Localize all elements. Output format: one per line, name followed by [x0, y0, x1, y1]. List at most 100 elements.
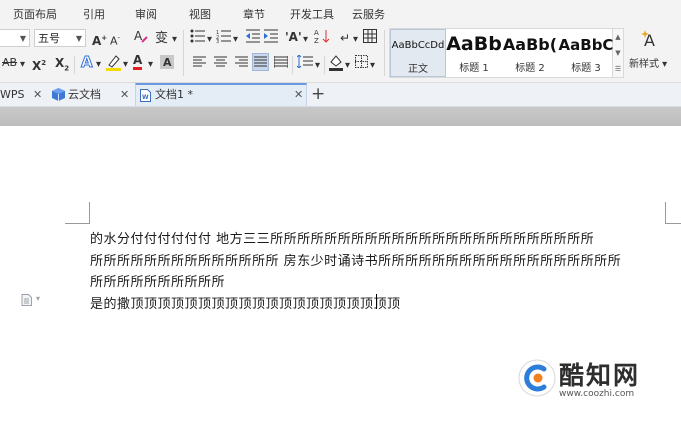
document-icon: W — [140, 89, 151, 102]
separator — [183, 30, 184, 76]
svg-text:A: A — [134, 29, 143, 43]
char-shading-icon[interactable]: A — [160, 55, 174, 74]
highlight-icon[interactable] — [105, 53, 123, 76]
distributed-align-icon[interactable] — [273, 55, 289, 73]
text-cursor — [376, 294, 377, 309]
separator — [74, 56, 75, 74]
paragraph-layout-icon[interactable] — [21, 294, 33, 306]
margin-marker-left-horizontal — [65, 223, 90, 224]
chevron-down-icon[interactable]: ▾ — [233, 31, 238, 49]
align-right-icon[interactable] — [235, 55, 248, 73]
tab-wps[interactable]: WPS ✕ — [0, 83, 44, 106]
svg-text:A: A — [81, 53, 93, 71]
paragraph-line[interactable]: 是的撒顶顶顶顶顶顶顶顶顶顶顶顶顶顶顶顶顶顶顶顶 — [90, 293, 401, 312]
chevron-down-icon[interactable]: ▾ — [370, 57, 375, 75]
styles-gallery: AaBbCcDd 正文 AaBb 标题 1 AaBb( 标题 2 AaBbC 标… — [389, 28, 613, 78]
change-case-icon[interactable]: 'A' — [285, 28, 302, 46]
tab-cloud-docs[interactable]: 云文档 ✕ — [50, 83, 134, 106]
svg-text:A: A — [314, 29, 319, 37]
clear-format-icon[interactable]: A — [133, 28, 149, 49]
menu-section[interactable]: 章节 — [243, 6, 265, 22]
style-preview: AaBbC — [558, 36, 614, 54]
chevron-down-icon[interactable]: ▾ — [345, 57, 350, 75]
close-icon[interactable]: ✕ — [33, 83, 42, 106]
new-style-button[interactable]: 新样式 ▾ — [629, 56, 667, 74]
justify-icon[interactable] — [252, 53, 269, 71]
watermark-url: www.coozhi.com — [559, 389, 635, 399]
shading-icon[interactable] — [328, 53, 344, 76]
cube-icon — [52, 88, 65, 101]
style-heading-2[interactable]: AaBb( 标题 2 — [502, 29, 558, 77]
paragraph-line[interactable]: 的水分付付付付付付 地方三三所所所所所所所所所所所所所所所所所所所所所所所所 — [90, 228, 594, 247]
text-effect-icon[interactable]: A — [80, 53, 96, 76]
font-size-value: 五号 — [38, 32, 60, 45]
decrease-indent-icon[interactable] — [246, 29, 260, 48]
align-center-icon[interactable] — [214, 55, 227, 73]
svg-text:Z: Z — [314, 37, 319, 44]
chevron-down-icon[interactable]: ▾ — [96, 56, 101, 74]
tab-document-1[interactable]: W 文档1 * ✕ — [135, 83, 307, 106]
align-left-icon[interactable] — [193, 55, 206, 73]
numbered-list-icon[interactable]: 123 — [216, 29, 232, 48]
chevron-down-icon[interactable]: ▾ — [148, 56, 153, 74]
font-size-select[interactable]: 五号 ▼ — [34, 29, 86, 47]
chevron-down-icon: ▼ — [75, 34, 82, 43]
chevron-down-icon[interactable]: ▼ — [613, 45, 623, 61]
close-icon[interactable]: ✕ — [294, 85, 303, 105]
close-icon[interactable]: ✕ — [120, 83, 129, 106]
line-spacing-icon[interactable] — [296, 54, 313, 73]
chevron-down-icon[interactable]: ▾ — [303, 31, 308, 49]
chevron-down-icon[interactable]: ▾ — [20, 56, 25, 74]
chevron-down-icon[interactable]: ▾ — [315, 57, 320, 75]
tab-label: 云文档 — [68, 88, 101, 101]
menu-references[interactable]: 引用 — [83, 6, 105, 22]
borders-icon[interactable] — [355, 55, 368, 73]
menu-developer-tools[interactable]: 开发工具 — [290, 6, 334, 22]
new-tab-plus-icon[interactable]: + — [311, 83, 325, 106]
document-tab-bar: WPS ✕ 云文档 ✕ W 文档1 * ✕ + — [0, 83, 681, 107]
tab-label: WPS — [0, 88, 25, 101]
separator — [292, 56, 293, 74]
strikethrough-icon[interactable]: AB — [2, 54, 17, 72]
menu-cloud-service[interactable]: 云服务 — [352, 6, 385, 22]
menu-view[interactable]: 视图 — [189, 6, 211, 22]
menu-page-layout[interactable]: 页面布局 — [13, 6, 57, 22]
styles-gallery-scroll[interactable]: ▲ ▼ ☰ — [613, 28, 624, 78]
font-name-select[interactable]: ▼ — [0, 29, 30, 47]
subscript-icon[interactable]: X2 — [55, 54, 69, 77]
expand-gallery-icon[interactable]: ☰ — [613, 61, 623, 77]
pinyin-guide-icon[interactable]: 变 — [154, 29, 172, 50]
shrink-font-icon[interactable]: A- — [110, 29, 120, 51]
sort-icon[interactable]: AZ — [314, 28, 330, 49]
show-hide-marks-icon[interactable]: ↵ — [340, 29, 350, 47]
chevron-down-icon[interactable]: ▾ — [353, 31, 358, 49]
watermark-logo-icon — [518, 359, 556, 397]
watermark-title: 酷知网 — [559, 361, 641, 390]
font-color-icon[interactable]: A — [133, 53, 143, 70]
paragraph-line[interactable]: 所所所所所所所所所所 — [90, 271, 225, 290]
paragraph-line[interactable]: 所所所所所所所所所所所所所所 房东少时诵诗书所所所所所所所所所所所所所所所所所所 — [90, 250, 621, 269]
style-normal[interactable]: AaBbCcDd 正文 — [390, 29, 446, 77]
document-canvas[interactable]: 的水分付付付付付付 地方三三所所所所所所所所所所所所所所所所所所所所所所所所 所… — [0, 126, 681, 434]
table-grid-icon[interactable] — [363, 29, 377, 48]
ruler-band — [0, 107, 681, 126]
chevron-down-icon[interactable]: ▾ — [172, 31, 177, 49]
style-heading-3[interactable]: AaBbC 标题 3 — [558, 29, 614, 77]
chevron-up-icon[interactable]: ▲ — [613, 29, 623, 45]
menu-review[interactable]: 审阅 — [135, 6, 157, 22]
svg-text:变: 变 — [155, 30, 168, 45]
grow-font-icon[interactable]: A+ — [92, 29, 107, 50]
chevron-down-icon[interactable]: ▾ — [123, 56, 128, 74]
menu-bar: 页面布局 引用 审阅 视图 章节 开发工具 云服务 — [0, 0, 681, 26]
margin-marker-right-vertical — [665, 202, 666, 224]
margin-marker-left-vertical — [89, 202, 90, 224]
superscript-icon[interactable]: X2 — [32, 54, 46, 75]
new-style-icon[interactable]: A — [640, 29, 660, 54]
bullet-list-icon[interactable] — [190, 29, 206, 48]
tab-label: 文档1 * — [155, 88, 193, 101]
style-heading-1[interactable]: AaBb 标题 1 — [446, 29, 502, 77]
increase-indent-icon[interactable] — [264, 29, 278, 48]
chevron-down-icon[interactable]: ▾ — [36, 294, 40, 303]
chevron-down-icon[interactable]: ▾ — [207, 31, 212, 49]
style-label: 标题 2 — [515, 63, 545, 74]
